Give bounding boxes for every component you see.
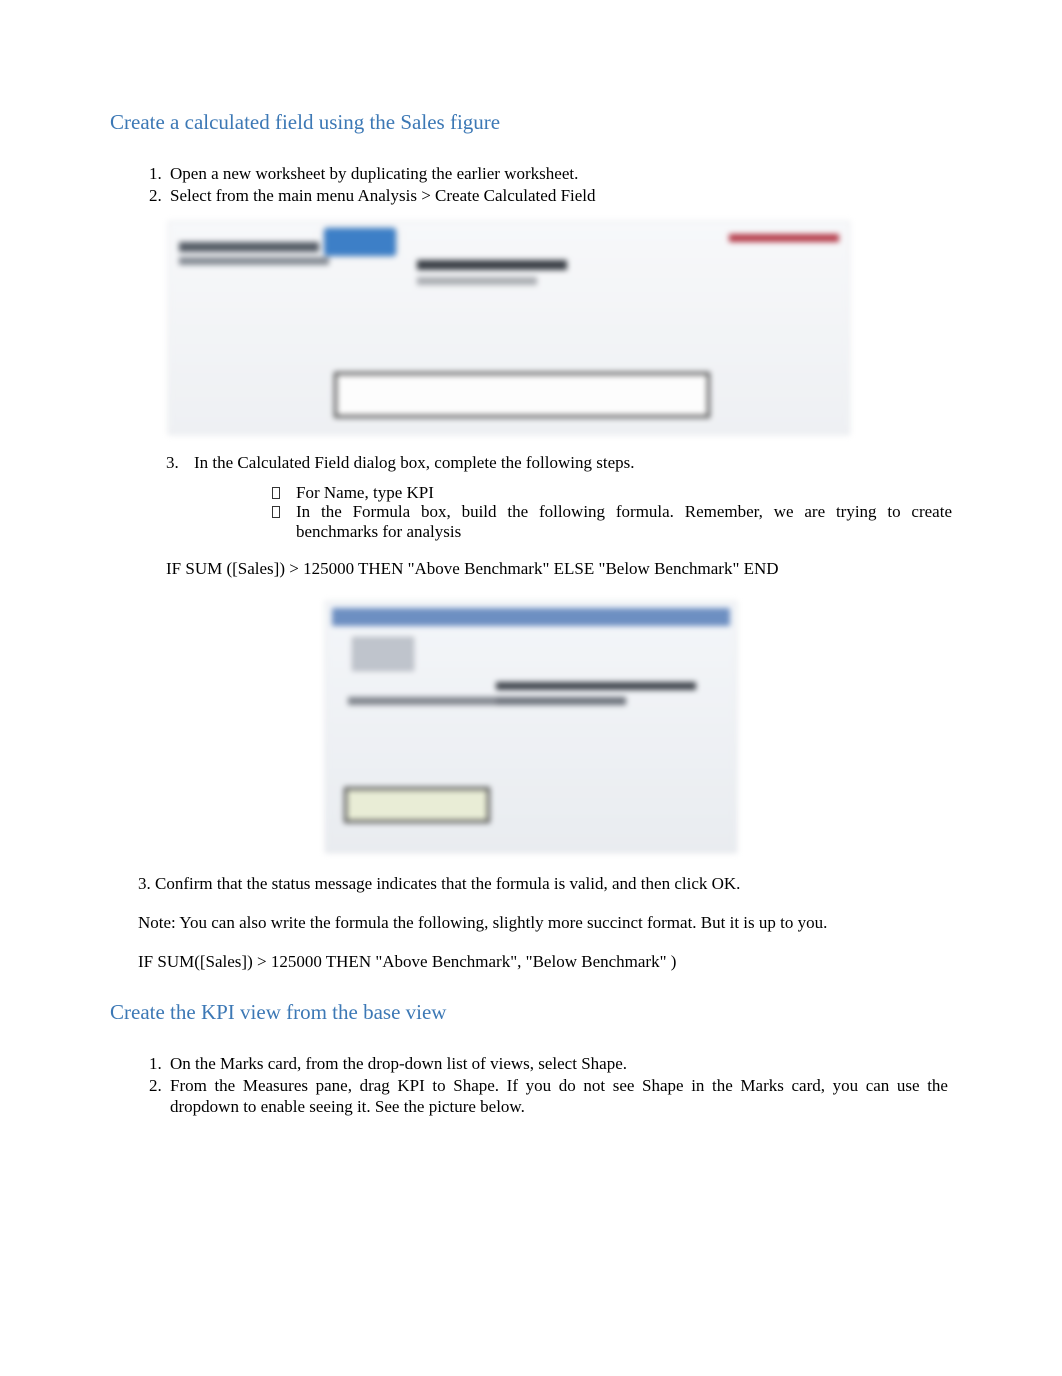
steps-list-1: Open a new worksheet by duplicating the … bbox=[110, 163, 952, 207]
step1-text-c: the earlier worksheet. bbox=[432, 164, 579, 183]
step-1: Open a new worksheet by duplicating the … bbox=[166, 163, 952, 184]
substep-formula: In the Formula box, build the following … bbox=[272, 502, 952, 541]
k1b: Shape bbox=[581, 1054, 623, 1073]
screenshot-menu-analysis bbox=[168, 221, 850, 435]
steps-list-2: On the Marks card, from the drop-down li… bbox=[110, 1053, 952, 1118]
k2b: KPI bbox=[397, 1076, 432, 1095]
section-heading-calculated-field: Create a calculated field using the Sale… bbox=[110, 110, 952, 135]
step-3: 3. In the Calculated Field dialog box, c… bbox=[110, 453, 952, 473]
note-text: You can also write the formula the follo… bbox=[176, 913, 828, 932]
confirm-b: OK bbox=[712, 874, 737, 893]
b1a: For bbox=[296, 483, 324, 502]
confirm-paragraph: 3. Confirm that the status message indic… bbox=[138, 873, 952, 894]
kpi-step-2: From the Measures pane, drag KPI to Shap… bbox=[166, 1075, 952, 1118]
b2b: Formula bbox=[353, 502, 411, 521]
step2-text-a: Select from the main menu bbox=[170, 186, 357, 205]
formula-text: IF SUM ([Sales]) > 125000 THEN "Above Be… bbox=[166, 559, 952, 579]
substep-list: For Name, type KPI In the Formula box, b… bbox=[110, 483, 952, 542]
b1c: , type bbox=[364, 483, 406, 502]
b1d: KPI bbox=[407, 483, 434, 502]
step1-text-a: Open a new worksheet by bbox=[170, 164, 351, 183]
confirm-c: . bbox=[736, 874, 740, 893]
formula2-text: IF SUM([Sales]) > 125000 THEN "Above Ben… bbox=[138, 952, 952, 972]
step3-number: 3. bbox=[166, 453, 194, 473]
screenshot-calculated-field-dialog bbox=[325, 601, 737, 853]
k1a: On the Marks card, from the drop-down li… bbox=[170, 1054, 581, 1073]
confirm-a: 3. Confirm that the status message indic… bbox=[138, 874, 712, 893]
substep-name: For Name, type KPI bbox=[272, 483, 952, 503]
section-heading-kpi-view: Create the KPI view from the base view bbox=[110, 1000, 952, 1025]
kpi-step-1: On the Marks card, from the drop-down li… bbox=[166, 1053, 952, 1074]
note-paragraph: Note: You can also write the formula the… bbox=[138, 912, 952, 933]
k1c: . bbox=[623, 1054, 627, 1073]
b2a: In the bbox=[296, 502, 353, 521]
step1-text-b: duplicating bbox=[351, 164, 432, 183]
step2-text-b: Analysis > Create Calculated Field bbox=[357, 186, 595, 205]
step-2: Select from the main menu Analysis > Cre… bbox=[166, 185, 952, 206]
step3-text: In the Calculated Field dialog box, comp… bbox=[194, 453, 952, 473]
k2a: From the Measures pane, drag bbox=[170, 1076, 397, 1095]
b1b: Name bbox=[324, 483, 365, 502]
note-label: Note: bbox=[138, 913, 176, 932]
